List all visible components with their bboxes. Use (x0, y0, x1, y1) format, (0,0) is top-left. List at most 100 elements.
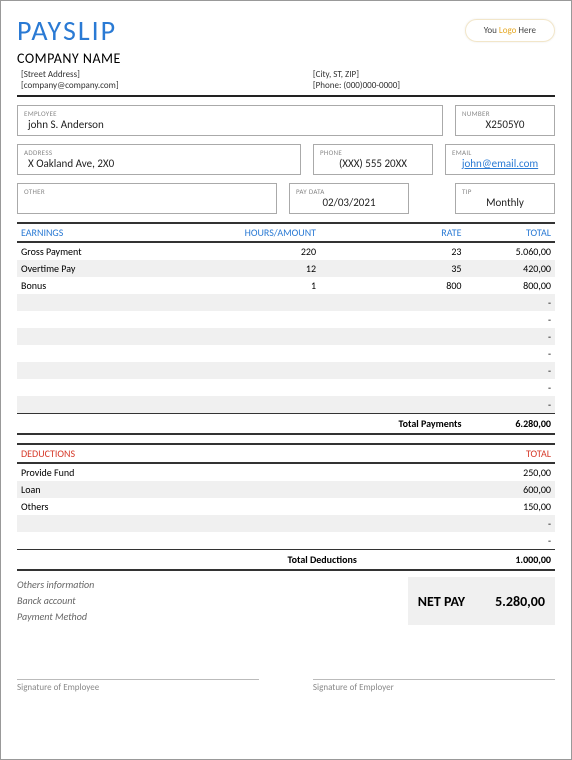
other-label: OTHER (24, 187, 270, 196)
phone-label: PHONE (320, 148, 426, 157)
cell-desc: Provide Fund (17, 463, 361, 481)
cell-desc: Others (17, 498, 361, 515)
cell-total: - (466, 328, 556, 345)
table-row: - (17, 328, 555, 345)
cell-total: - (466, 311, 556, 328)
cell-total: 5.060,00 (466, 242, 556, 260)
cell-rate (320, 328, 465, 345)
earnings-total-label: Total Payments (320, 414, 465, 435)
field-row-1: EMPLOYEE john S. Anderson NUMBER X2505Y0 (17, 105, 555, 136)
phone-field: PHONE (XXX) 555 20XX (313, 144, 433, 175)
header: PAYSLIP You Logo Here (17, 13, 555, 48)
table-row: Provide Fund250,00 (17, 463, 555, 481)
other-field: OTHER (17, 183, 277, 214)
cell-desc (17, 294, 157, 311)
cell-hours: 220 (157, 242, 320, 260)
table-row: Bonus1800800,00 (17, 277, 555, 294)
table-row: - (17, 311, 555, 328)
number-value: X2505Y0 (462, 118, 548, 131)
cell-hours (157, 294, 320, 311)
employee-field: EMPLOYEE john S. Anderson (17, 105, 443, 136)
company-email: [company@company.com] (21, 80, 313, 91)
table-row: - (17, 362, 555, 379)
address-field: ADDRESS X Oakland Ave, 2X0 (17, 144, 301, 175)
method-label: Payment Method (17, 609, 94, 625)
cell-total: - (466, 396, 556, 414)
deductions-total-label: Total Deductions (17, 550, 361, 571)
cell-total: - (466, 379, 556, 396)
cell-desc: Overtime Pay (17, 260, 157, 277)
cell-hours: 12 (157, 260, 320, 277)
table-row: - (17, 345, 555, 362)
table-row: Loan600,00 (17, 481, 555, 498)
cell-desc (17, 379, 157, 396)
table-row: - (17, 294, 555, 311)
earnings-total-value: 6.280,00 (466, 414, 556, 435)
cell-total: - (466, 294, 556, 311)
cell-total: - (361, 532, 555, 550)
cell-rate: 23 (320, 242, 465, 260)
cell-desc (17, 515, 361, 532)
cell-hours (157, 379, 320, 396)
hours-header: HOURS/AMOUNT (157, 223, 320, 242)
phone-value: (XXX) 555 20XX (320, 157, 426, 170)
signature-row: Signature of Employee Signature of Emplo… (17, 679, 555, 693)
rate-header: RATE (320, 223, 465, 242)
sig-employer: Signature of Employer (313, 679, 555, 693)
deductions-header: DEDUCTIONS (17, 444, 361, 463)
email-field: EMAIL john@email.com (445, 144, 555, 175)
others-info: Others information Banck account Payment… (17, 577, 94, 625)
cell-total: 600,00 (361, 481, 555, 498)
cell-total: 420,00 (466, 260, 556, 277)
number-field: NUMBER X2505Y0 (455, 105, 555, 136)
company-name: COMPANY NAME (17, 50, 555, 67)
netpay-value: 5.280,00 (495, 593, 545, 610)
email-label: EMAIL (452, 148, 548, 157)
number-label: NUMBER (462, 109, 548, 118)
company-meta: [Street Address] [company@company.com] [… (17, 69, 555, 91)
cell-hours (157, 345, 320, 362)
cell-hours (157, 328, 320, 345)
table-row: - (17, 515, 555, 532)
cell-hours: 1 (157, 277, 320, 294)
email-link[interactable]: john@email.com (462, 157, 538, 170)
cell-rate: 800 (320, 277, 465, 294)
cell-desc: Bonus (17, 277, 157, 294)
cell-desc (17, 328, 157, 345)
earnings-table: EARNINGS HOURS/AMOUNT RATE TOTAL Gross P… (17, 222, 555, 435)
sig-employee: Signature of Employee (17, 679, 259, 693)
total-header: TOTAL (466, 223, 556, 242)
cell-desc (17, 345, 157, 362)
netpay-box: NET PAY 5.280,00 (408, 577, 555, 625)
table-row: Others150,00 (17, 498, 555, 515)
cell-desc (17, 362, 157, 379)
paydate-label: PAY DATA (296, 187, 402, 196)
address-value: X Oakland Ave, 2X0 (24, 157, 294, 170)
divider (17, 95, 555, 97)
cell-rate (320, 379, 465, 396)
cell-rate (320, 311, 465, 328)
field-row-2: ADDRESS X Oakland Ave, 2X0 PHONE (XXX) 5… (17, 144, 555, 175)
cell-rate (320, 294, 465, 311)
employee-value: john S. Anderson (24, 118, 436, 131)
tip-field: TIP Monthly (455, 183, 555, 214)
cell-hours (157, 396, 320, 414)
cell-total: 800,00 (466, 277, 556, 294)
table-row: - (17, 532, 555, 550)
cell-rate (320, 362, 465, 379)
table-row: - (17, 379, 555, 396)
page-title: PAYSLIP (17, 13, 117, 48)
logo-text-mid: Logo (499, 25, 516, 36)
street-address: [Street Address] (21, 69, 313, 80)
tip-label: TIP (462, 187, 548, 196)
logo-text-post: Here (516, 25, 536, 36)
table-row: Gross Payment220235.060,00 (17, 242, 555, 260)
employee-label: EMPLOYEE (24, 109, 436, 118)
logo-text-pre: You (484, 25, 499, 36)
deductions-total-value: 1.000,00 (361, 550, 555, 571)
field-row-3: OTHER PAY DATA 02/03/2021 TIP Monthly (17, 183, 555, 214)
cell-total: 250,00 (361, 463, 555, 481)
bank-label: Banck account (17, 593, 94, 609)
cell-total: - (466, 362, 556, 379)
cell-total: - (361, 515, 555, 532)
